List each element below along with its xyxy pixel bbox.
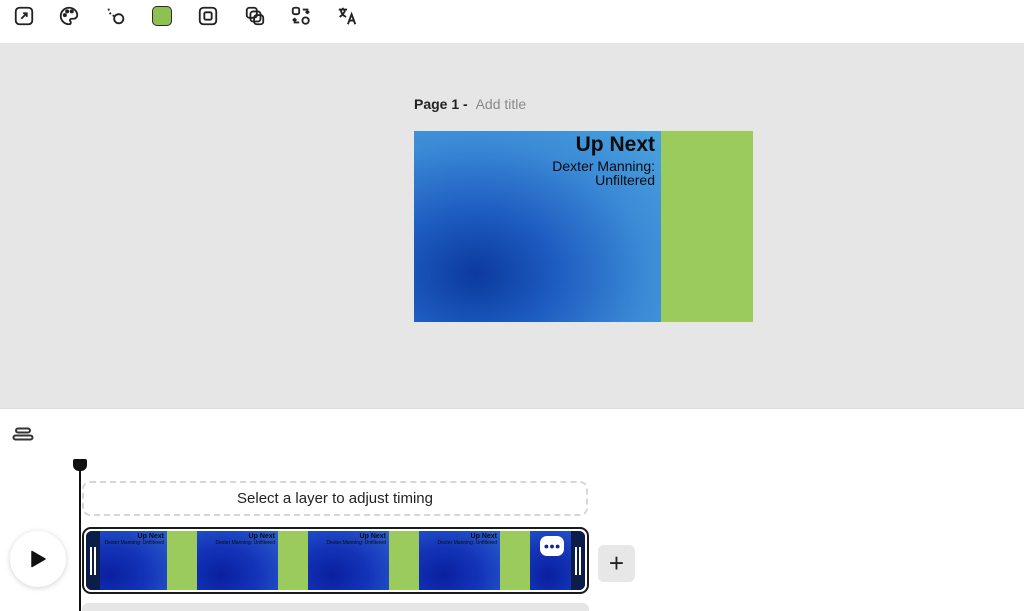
canvas-area: Page 1 - Add title Up Next Dexter Mannin… bbox=[0, 44, 1024, 408]
grip-icon bbox=[90, 546, 96, 575]
grip-icon bbox=[575, 546, 581, 575]
play-icon bbox=[31, 550, 46, 568]
more-dots-icon bbox=[544, 544, 560, 548]
duplicate-layers-icon[interactable] bbox=[242, 3, 268, 29]
thumbnail-subheading: Dexter Manning: Unfiltered bbox=[437, 540, 497, 546]
color-swatch-icon[interactable] bbox=[149, 3, 175, 29]
color-swatch bbox=[152, 6, 172, 26]
thumbnail-heading: Up Next bbox=[248, 533, 275, 540]
clip-thumbnail: Up Next Dexter Manning: Unfiltered bbox=[197, 531, 308, 590]
collapse-timeline-icon[interactable] bbox=[12, 427, 34, 441]
next-track-edge bbox=[82, 603, 589, 611]
clip-thumbnail: Up Next Dexter Manning: Unfiltered bbox=[86, 531, 197, 590]
more-options-button[interactable] bbox=[540, 536, 564, 556]
thumbnail-green-panel bbox=[500, 531, 530, 590]
palette-icon[interactable] bbox=[56, 3, 82, 29]
thumbnail-heading: Up Next bbox=[359, 533, 386, 540]
playhead-handle[interactable] bbox=[73, 459, 87, 471]
playhead-line bbox=[79, 465, 81, 611]
thumbnail-subheading: Dexter Manning: Unfiltered bbox=[326, 540, 386, 546]
add-page-button[interactable]: + bbox=[598, 545, 635, 582]
thumbnail-green-panel bbox=[389, 531, 419, 590]
thumbnail-green-panel bbox=[167, 531, 197, 590]
trim-handle-left[interactable] bbox=[86, 531, 100, 590]
clip-thumbnail: Up Next Dexter Manning: Unfiltered bbox=[308, 531, 419, 590]
page-subheading-text[interactable]: Dexter Manning: Unfiltered bbox=[515, 159, 655, 187]
play-button[interactable] bbox=[10, 531, 66, 587]
top-toolbar bbox=[0, 0, 1024, 44]
resize-icon[interactable] bbox=[11, 3, 37, 29]
green-panel[interactable] bbox=[661, 131, 753, 322]
translate-icon[interactable] bbox=[334, 3, 360, 29]
timing-hint-box: Select a layer to adjust timing bbox=[82, 481, 588, 516]
clip-thumbnail: Up Next Dexter Manning: Unfiltered bbox=[419, 531, 530, 590]
page-clip[interactable]: Up Next Dexter Manning: Unfiltered Up Ne… bbox=[82, 527, 589, 594]
thumbnail-heading: Up Next bbox=[470, 533, 497, 540]
trim-handle-right[interactable] bbox=[571, 531, 585, 590]
swap-icon[interactable] bbox=[288, 3, 314, 29]
thumbnail-subheading: Dexter Manning: Unfiltered bbox=[104, 540, 164, 546]
thumbnail-green-panel bbox=[278, 531, 308, 590]
add-title-field[interactable]: Add title bbox=[476, 96, 527, 112]
page-label: Page 1 - bbox=[414, 96, 468, 112]
thumbnail-subheading: Dexter Manning: Unfiltered bbox=[215, 540, 275, 546]
plus-icon: + bbox=[608, 548, 625, 578]
page-title-row: Page 1 - Add title bbox=[414, 96, 526, 112]
animation-path-icon[interactable] bbox=[103, 3, 129, 29]
page-heading-text[interactable]: Up Next bbox=[576, 133, 655, 157]
timeline-panel: Select a layer to adjust timing Up Next … bbox=[0, 408, 1024, 611]
crop-frame-icon[interactable] bbox=[195, 3, 221, 29]
design-page[interactable]: Up Next Dexter Manning: Unfiltered bbox=[414, 131, 753, 322]
thumbnail-heading: Up Next bbox=[137, 533, 164, 540]
clip-thumbnails: Up Next Dexter Manning: Unfiltered Up Ne… bbox=[86, 531, 585, 590]
timing-hint-text: Select a layer to adjust timing bbox=[237, 490, 433, 507]
